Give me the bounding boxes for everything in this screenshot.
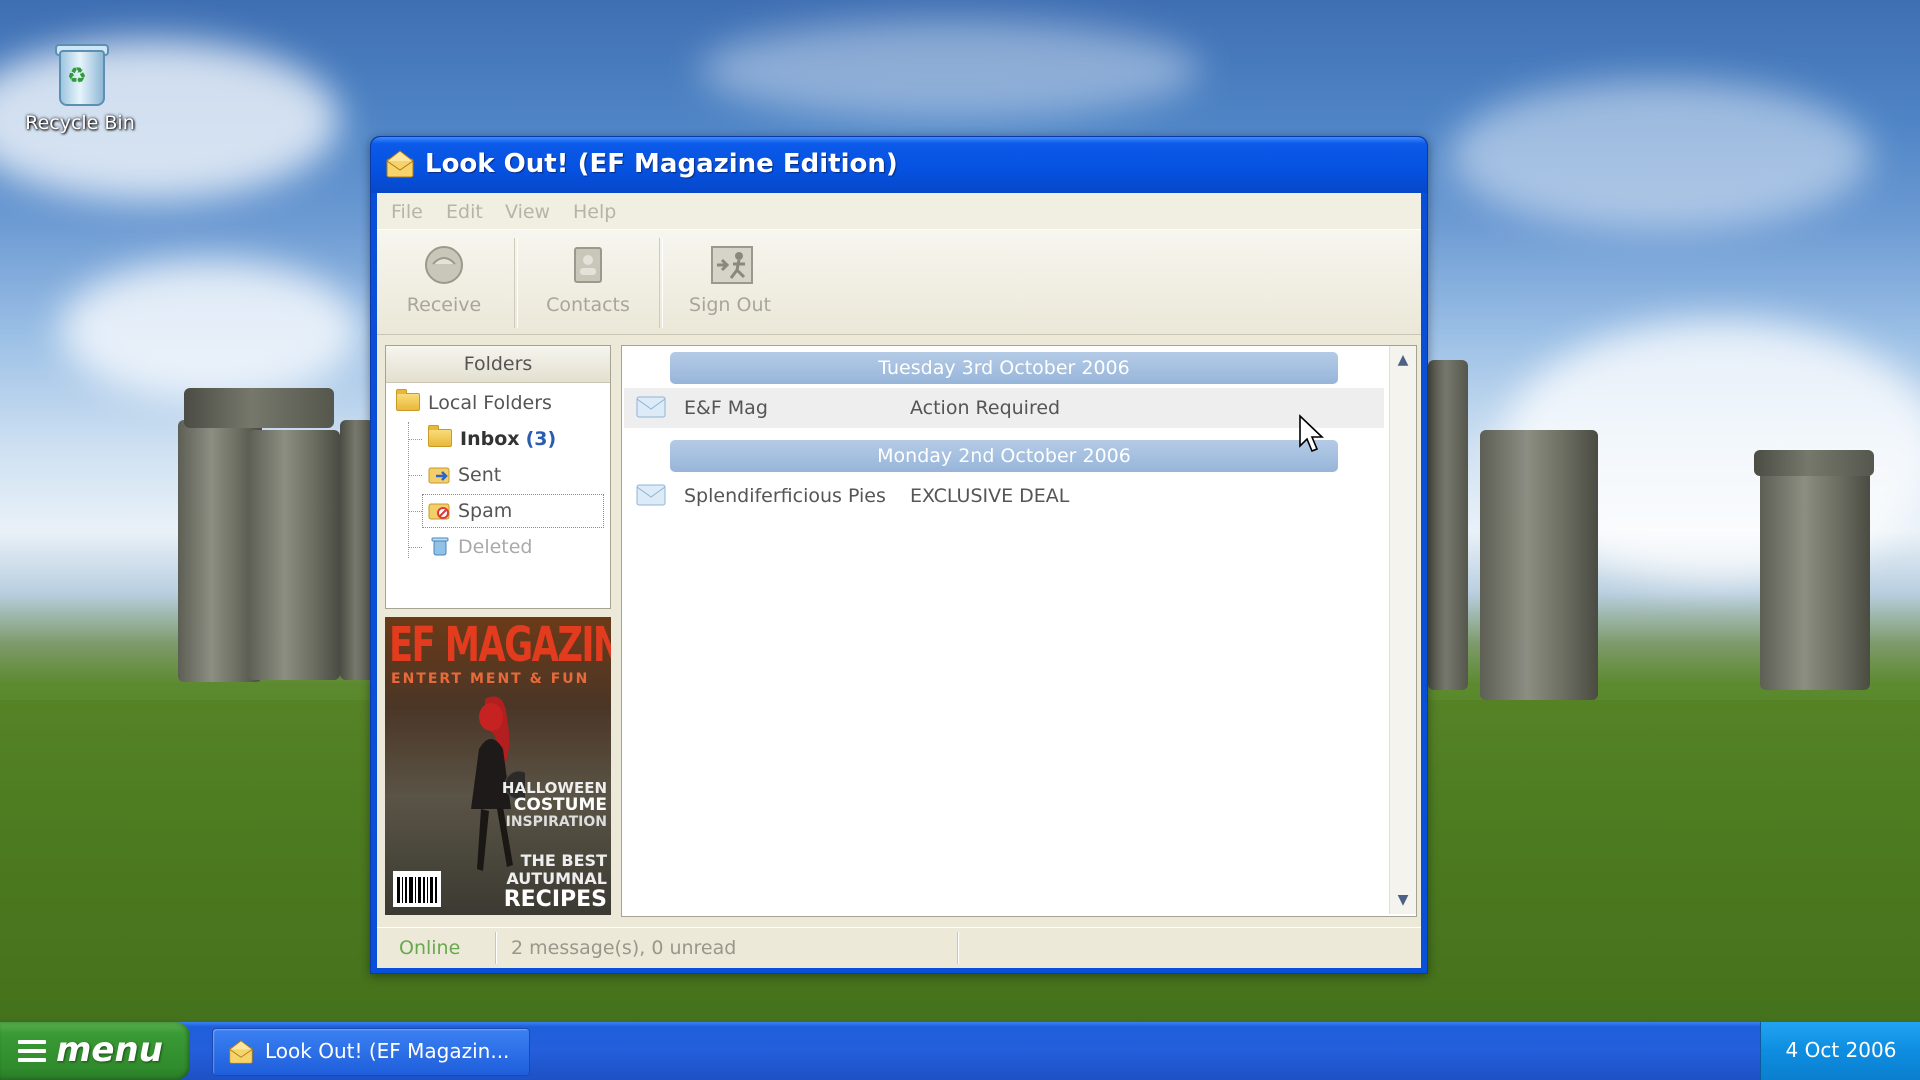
title-bar[interactable]: Look Out! (EF Magazine Edition) [371, 137, 1427, 193]
lintel-stone [1754, 450, 1874, 476]
contacts-label: Contacts [546, 294, 630, 316]
tree-line [408, 475, 422, 476]
lintel-stone [184, 388, 334, 428]
tree-item-spam[interactable]: Spam [428, 496, 512, 526]
sign-out-icon [709, 244, 753, 286]
desktop-icon-recycle-bin[interactable]: ♻ Recycle Bin [18, 40, 142, 134]
menu-bar: File Edit View Help [377, 193, 1421, 229]
folders-header: Folders [386, 346, 610, 383]
contacts-icon [567, 244, 609, 286]
menu-edit[interactable]: Edit [446, 201, 483, 223]
taskbar-window-label: Look Out! (EF Magazin... [265, 1039, 510, 1063]
scroll-up-chevron-icon[interactable]: ▲ [1391, 348, 1415, 372]
ad-line: COSTUME [513, 795, 607, 815]
ad-line: HALLOWEEN [501, 779, 607, 797]
envelope-app-icon [229, 1040, 253, 1064]
spam-folder-icon [428, 503, 450, 520]
status-separator [957, 932, 959, 964]
trash-icon [431, 537, 449, 556]
envelope-app-icon [386, 150, 414, 178]
message-row[interactable]: E&F Mag Action Required [624, 388, 1384, 428]
spam-label: Spam [458, 500, 513, 522]
system-tray: 4 Oct 2006 [1760, 1022, 1920, 1080]
inbox-folder-icon [428, 425, 452, 447]
inbox-label: Inbox [460, 428, 520, 450]
contacts-button[interactable]: Contacts [529, 244, 647, 328]
local-folders-label: Local Folders [428, 392, 552, 414]
receive-button[interactable]: Receive [385, 244, 503, 328]
standing-stone [340, 420, 374, 680]
toolbar: Receive Contacts Sign Out [377, 229, 1421, 335]
toolbar-separator [659, 238, 663, 328]
sign-out-button[interactable]: Sign Out [671, 244, 789, 328]
menu-help[interactable]: Help [573, 201, 616, 223]
cloud [60, 260, 360, 400]
date-group-header: Monday 2nd October 2006 [670, 440, 1338, 472]
standing-stone [1760, 460, 1870, 690]
cloud [700, 20, 1200, 120]
envelope-icon [636, 396, 666, 418]
magazine-ad[interactable]: EF MAGAZINE ENTERT MENT & FUN HALLOWEEN … [385, 617, 611, 915]
message-sender: E&F Mag [684, 397, 768, 419]
ad-subtitle: ENTERT MENT & FUN [391, 671, 590, 687]
tree-line [408, 439, 422, 440]
status-separator [495, 932, 497, 964]
sent-folder-icon [428, 467, 450, 484]
window-title: Look Out! (EF Magazine Edition) [425, 149, 898, 179]
tree-line [408, 422, 409, 558]
recycle-bin-icon: ♻ [51, 40, 109, 106]
folder-icon [396, 389, 420, 411]
tree-item-inbox[interactable]: Inbox (3) [428, 424, 556, 454]
start-menu-button[interactable]: menu [0, 1022, 190, 1080]
tree-item-deleted[interactable]: Deleted [428, 532, 533, 562]
ad-line: INSPIRATION [505, 814, 607, 830]
ad-title: EF MAGAZINE [389, 617, 611, 673]
standing-stone [248, 430, 340, 680]
sign-out-label: Sign Out [689, 294, 771, 316]
message-subject: Action Required [910, 397, 1061, 419]
ad-line: RECIPES [503, 887, 607, 912]
tree-line [408, 547, 422, 548]
folder-pane: Folders Local Folders Inbox (3) Sent Spa… [385, 345, 611, 609]
taskbar-window-button[interactable]: Look Out! (EF Magazin... [212, 1028, 530, 1076]
mouse-pointer-icon [1299, 414, 1324, 453]
hamburger-menu-icon [18, 1040, 46, 1067]
status-bar: Online 2 message(s), 0 unread [377, 927, 1421, 968]
deleted-label: Deleted [458, 536, 533, 558]
message-subject: EXCLUSIVE DEAL [910, 485, 1070, 507]
barcode-icon [393, 871, 441, 907]
envelope-icon [636, 484, 666, 506]
tree-item-local-folders[interactable]: Local Folders [396, 388, 552, 418]
clock-date[interactable]: 4 Oct 2006 [1761, 1038, 1920, 1062]
vertical-scrollbar[interactable]: ▲ ▼ [1389, 346, 1416, 914]
desktop-icon-label: Recycle Bin [25, 112, 135, 134]
message-row[interactable]: Splendiferficious Pies EXCLUSIVE DEAL [624, 476, 1384, 516]
standing-stone [1428, 360, 1468, 690]
receive-icon [423, 244, 465, 286]
taskbar: menu Look Out! (EF Magazin... 4 Oct 2006 [0, 1022, 1920, 1080]
receive-label: Receive [406, 294, 482, 316]
ad-line: THE BEST [520, 851, 607, 870]
message-sender: Splendiferficious Pies [684, 485, 886, 507]
message-summary: 2 message(s), 0 unread [511, 937, 737, 959]
tree-line [408, 511, 422, 512]
window-client: File Edit View Help Receive Contacts Sig… [377, 193, 1421, 968]
standing-stone [1480, 430, 1598, 700]
menu-view[interactable]: View [505, 201, 550, 223]
toolbar-separator [514, 238, 518, 328]
date-group-header: Tuesday 3rd October 2006 [670, 352, 1338, 384]
app-window: Look Out! (EF Magazine Edition) File Edi… [370, 136, 1428, 974]
start-menu-label: menu [56, 1030, 163, 1070]
sent-label: Sent [458, 464, 502, 486]
connection-status: Online [399, 937, 461, 959]
scroll-down-chevron-icon[interactable]: ▼ [1391, 888, 1415, 912]
inbox-count: (3) [525, 428, 557, 450]
cloud [1450, 80, 1870, 230]
tree-item-sent[interactable]: Sent [428, 460, 501, 490]
ad-line: AUTUMNAL [506, 869, 607, 888]
menu-file[interactable]: File [391, 201, 423, 223]
